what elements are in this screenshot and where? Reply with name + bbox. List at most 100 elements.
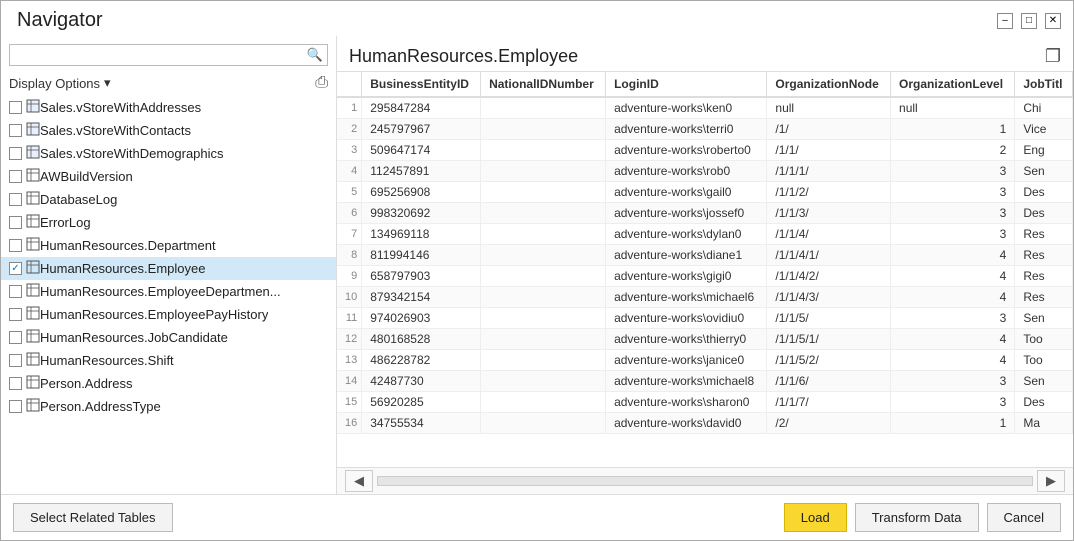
tree-item-checkbox[interactable] bbox=[9, 285, 22, 298]
cell-loginid: adventure-works\gigi0 bbox=[606, 266, 767, 287]
tree-item[interactable]: Sales.vStoreWithContacts bbox=[1, 119, 336, 142]
search-input[interactable] bbox=[14, 48, 307, 63]
preview-header: HumanResources.Employee ❐ bbox=[337, 36, 1073, 71]
cell-loginid: adventure-works\ovidiu0 bbox=[606, 308, 767, 329]
cell-organizationlevel: 4 bbox=[891, 350, 1015, 371]
table-row: 13486228782adventure-works\janice0/1/1/5… bbox=[337, 350, 1073, 371]
table-row: 1442487730adventure-works\michael8/1/1/6… bbox=[337, 371, 1073, 392]
tree-item-label: HumanResources.JobCandidate bbox=[40, 330, 228, 345]
close-button[interactable]: ✕ bbox=[1045, 13, 1061, 29]
tree-item-checkbox[interactable] bbox=[9, 124, 22, 137]
table-row: 5695256908adventure-works\gail0/1/1/2/3D… bbox=[337, 182, 1073, 203]
table-row: 1556920285adventure-works\sharon0/1/1/7/… bbox=[337, 392, 1073, 413]
cell-businessentityid: 879342154 bbox=[362, 287, 481, 308]
table-icon bbox=[26, 237, 40, 254]
cell-businessentityid: 695256908 bbox=[362, 182, 481, 203]
table-row: 7134969118adventure-works\dylan0/1/1/4/3… bbox=[337, 224, 1073, 245]
cell-row: 4 bbox=[337, 161, 362, 182]
tree-item-label: Person.AddressType bbox=[40, 399, 161, 414]
tree-item[interactable]: HumanResources.Employee bbox=[1, 257, 336, 280]
table-icon bbox=[26, 352, 40, 369]
tree-item[interactable]: Sales.vStoreWithAddresses bbox=[1, 96, 336, 119]
cancel-button[interactable]: Cancel bbox=[987, 503, 1061, 532]
cell-organizationlevel: 3 bbox=[891, 161, 1015, 182]
transform-data-button[interactable]: Transform Data bbox=[855, 503, 979, 532]
tree-item-checkbox[interactable] bbox=[9, 147, 22, 160]
view-icon bbox=[26, 99, 40, 116]
tree-item[interactable]: DatabaseLog bbox=[1, 188, 336, 211]
tree-list[interactable]: Sales.vStoreWithAddressesSales.vStoreWit… bbox=[1, 96, 336, 494]
col-header-nationalidnumber: NationalIDNumber bbox=[481, 72, 606, 97]
search-bar: 🔍 bbox=[9, 44, 328, 66]
col-header-jobtitl: JobTitl bbox=[1015, 72, 1073, 97]
cell-row: 1 bbox=[337, 97, 362, 119]
cell-nationalidnumber bbox=[481, 224, 606, 245]
table-icon bbox=[26, 329, 40, 346]
tree-item-checkbox[interactable] bbox=[9, 354, 22, 367]
tree-item-label: HumanResources.Employee bbox=[40, 261, 205, 276]
cell-organizationlevel: 1 bbox=[891, 119, 1015, 140]
select-related-tables-button[interactable]: Select Related Tables bbox=[13, 503, 173, 532]
scroll-track[interactable] bbox=[377, 476, 1033, 486]
cell-businessentityid: 480168528 bbox=[362, 329, 481, 350]
tree-item-checkbox[interactable] bbox=[9, 308, 22, 321]
tree-item[interactable]: ErrorLog bbox=[1, 211, 336, 234]
cell-loginid: adventure-works\dylan0 bbox=[606, 224, 767, 245]
tree-item[interactable]: AWBuildVersion bbox=[1, 165, 336, 188]
tree-item-checkbox[interactable] bbox=[9, 262, 22, 275]
preview-expand-button[interactable]: ❐ bbox=[1045, 46, 1061, 67]
cell-row: 7 bbox=[337, 224, 362, 245]
tree-item[interactable]: Sales.vStoreWithDemographics bbox=[1, 142, 336, 165]
tree-item-checkbox[interactable] bbox=[9, 216, 22, 229]
tree-item[interactable]: HumanResources.Department bbox=[1, 234, 336, 257]
tree-item-checkbox[interactable] bbox=[9, 193, 22, 206]
cell-loginid: adventure-works\gail0 bbox=[606, 182, 767, 203]
cell-organizationnode: /1/ bbox=[767, 119, 891, 140]
load-button[interactable]: Load bbox=[784, 503, 847, 532]
cell-organizationnode: /1/1/5/ bbox=[767, 308, 891, 329]
scroll-right-button[interactable]: ▶ bbox=[1037, 470, 1065, 492]
tree-item[interactable]: Person.Address bbox=[1, 372, 336, 395]
cell-organizationlevel: 1 bbox=[891, 413, 1015, 434]
cell-loginid: adventure-works\david0 bbox=[606, 413, 767, 434]
cell-organizationnode: /1/1/3/ bbox=[767, 203, 891, 224]
tree-item[interactable]: HumanResources.JobCandidate bbox=[1, 326, 336, 349]
tree-item-checkbox[interactable] bbox=[9, 331, 22, 344]
tree-item-checkbox[interactable] bbox=[9, 400, 22, 413]
tree-item-label: Sales.vStoreWithDemographics bbox=[40, 146, 224, 161]
cell-organizationlevel: 3 bbox=[891, 203, 1015, 224]
cell-nationalidnumber bbox=[481, 203, 606, 224]
tree-item[interactable]: HumanResources.EmployeeDepartmen... bbox=[1, 280, 336, 303]
tree-item[interactable]: Person.AddressType bbox=[1, 395, 336, 418]
table-row: 1295847284adventure-works\ken0nullnullCh… bbox=[337, 97, 1073, 119]
tree-item-checkbox[interactable] bbox=[9, 239, 22, 252]
cell-loginid: adventure-works\jossef0 bbox=[606, 203, 767, 224]
cell-loginid: adventure-works\diane1 bbox=[606, 245, 767, 266]
cell-loginid: adventure-works\sharon0 bbox=[606, 392, 767, 413]
restore-button[interactable]: □ bbox=[1021, 13, 1037, 29]
tree-item[interactable]: HumanResources.Shift bbox=[1, 349, 336, 372]
cell-nationalidnumber bbox=[481, 413, 606, 434]
cell-row: 5 bbox=[337, 182, 362, 203]
tree-item-checkbox[interactable] bbox=[9, 101, 22, 114]
cell-jobtitl: Sen bbox=[1015, 371, 1073, 392]
cell-jobtitl: Ma bbox=[1015, 413, 1073, 434]
tree-item[interactable]: HumanResources.EmployeePayHistory bbox=[1, 303, 336, 326]
refresh-icon[interactable]: ⎙ bbox=[315, 74, 328, 92]
tree-item-label: HumanResources.Shift bbox=[40, 353, 174, 368]
col-header-organizationnode: OrganizationNode bbox=[767, 72, 891, 97]
minimize-button[interactable]: – bbox=[997, 13, 1013, 29]
table-container[interactable]: BusinessEntityIDNationalIDNumberLoginIDO… bbox=[337, 71, 1073, 467]
cell-organizationlevel: 3 bbox=[891, 224, 1015, 245]
cell-organizationlevel: 3 bbox=[891, 182, 1015, 203]
cell-jobtitl: Chi bbox=[1015, 97, 1073, 119]
preview-title: HumanResources.Employee bbox=[349, 46, 578, 67]
window-title: Navigator bbox=[17, 9, 103, 32]
navigator-window: Navigator – □ ✕ 🔍 Display Options ▾ ⎙ bbox=[0, 0, 1074, 541]
cell-organizationlevel: null bbox=[891, 97, 1015, 119]
tree-item-checkbox[interactable] bbox=[9, 170, 22, 183]
tree-item-checkbox[interactable] bbox=[9, 377, 22, 390]
scroll-left-button[interactable]: ◀ bbox=[345, 470, 373, 492]
display-options-button[interactable]: Display Options ▾ bbox=[9, 75, 111, 91]
cell-row: 12 bbox=[337, 329, 362, 350]
